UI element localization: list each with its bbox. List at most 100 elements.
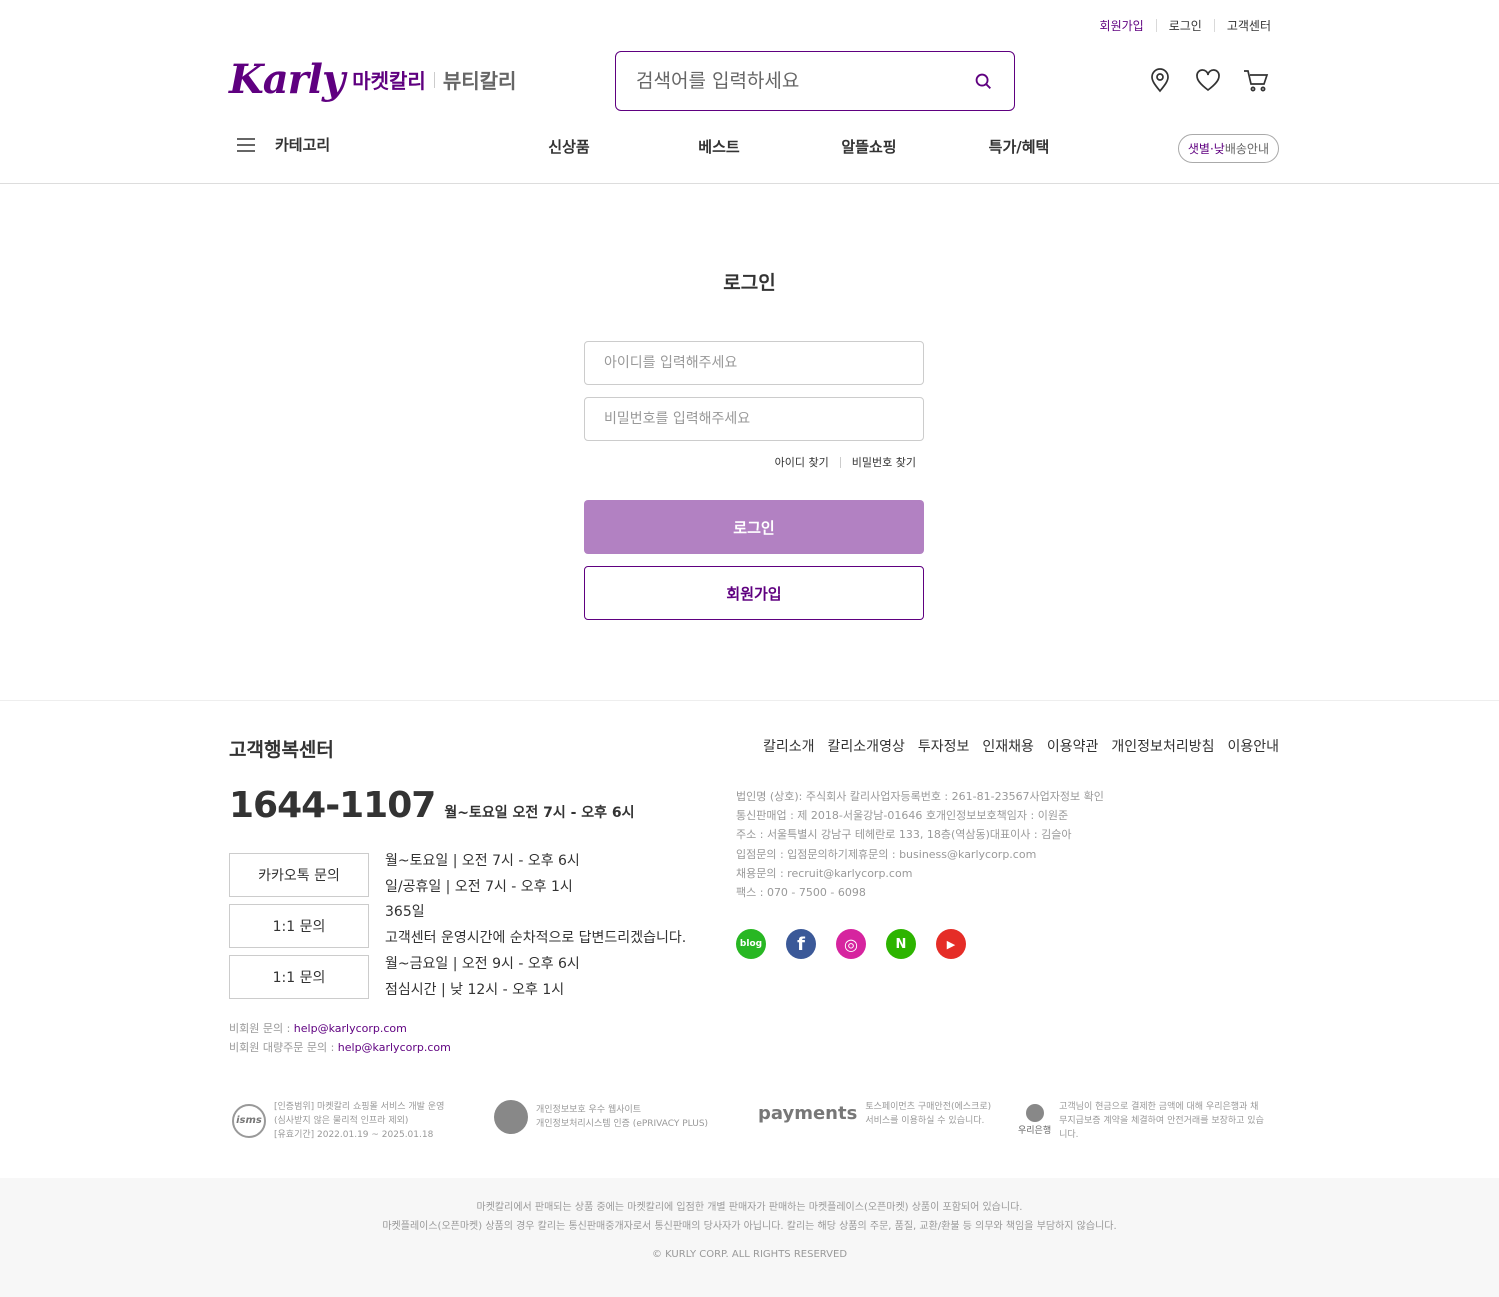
login-button[interactable]: 로그인 bbox=[584, 500, 924, 554]
footer-link-privacy[interactable]: 개인정보처리방침 bbox=[1111, 736, 1214, 756]
divider bbox=[839, 456, 841, 468]
search-input[interactable] bbox=[636, 70, 972, 92]
corp-line: 입점문의 : 입점문의하기제휴문의 : business@karlycorp.c… bbox=[736, 847, 1037, 861]
logo-market[interactable]: 마켓칼리 bbox=[352, 65, 426, 94]
page: 회원가입 로그인 고객센터 Karly 마켓칼리 뷰티칼리 카테고리 신상품 베… bbox=[0, 0, 1499, 1297]
eprivacy-badge-icon bbox=[494, 1100, 528, 1134]
nav-item-new[interactable]: 신상품 bbox=[494, 136, 644, 157]
category-menu[interactable]: 카테고리 bbox=[237, 134, 330, 155]
isms-logo: isms bbox=[232, 1104, 266, 1138]
password-input[interactable] bbox=[584, 397, 924, 441]
bulk-inquiry-button[interactable]: 1:1 문의 bbox=[229, 955, 369, 999]
corp-line: 주소 : 서울특별시 강남구 테헤란로 133, 18층(역삼동)대표이사 : … bbox=[736, 828, 1072, 842]
location-icon[interactable] bbox=[1146, 66, 1174, 94]
kakao-inquiry-info: 월~토요일 | 오전 7시 - 오후 6시 일/공휴일 | 오전 7시 - 오후… bbox=[385, 848, 580, 900]
blog-icon[interactable]: blog bbox=[736, 929, 766, 959]
woori-logo-icon bbox=[1025, 1104, 1044, 1122]
inquiry-line: 월~금요일 | 오전 9시 - 오후 6시 bbox=[385, 956, 580, 972]
delivery-highlight: 샛별·낮 bbox=[1187, 142, 1225, 156]
corp-line: 팩스 : 070 - 7500 - 6098 bbox=[736, 886, 866, 900]
cert-line: (심사받지 않은 물리적 인프라 제외) bbox=[274, 1116, 409, 1126]
category-label[interactable]: 카테고리 bbox=[275, 134, 330, 155]
instagram-icon[interactable]: ◎ bbox=[836, 929, 866, 959]
phone-hours: 월~토요일 오전 7시 - 오후 6시 bbox=[444, 805, 635, 821]
header-icons bbox=[1146, 66, 1270, 94]
footer-link-investor[interactable]: 투자정보 bbox=[918, 736, 970, 756]
bottom-disclaimer: 마켓칼리에서 판매되는 상품 중에는 마켓칼리에 입점한 개별 판매자가 판매하… bbox=[0, 1178, 1499, 1297]
inquiry-line: 고객센터 운영시간에 순차적으로 답변드리겠습니다. bbox=[385, 930, 687, 946]
cert-line: 토스페이먼츠 구매안전(에스크로) bbox=[865, 1102, 992, 1112]
find-id-link[interactable]: 아이디 찾기 bbox=[775, 454, 829, 470]
naver-post-icon[interactable]: N bbox=[886, 929, 916, 959]
divider bbox=[1155, 19, 1157, 32]
inquiry-line: 점심시간 | 낮 12시 - 오후 1시 bbox=[385, 982, 565, 998]
hamburger-icon[interactable] bbox=[237, 137, 255, 152]
footer-links: 칼리소개 칼리소개영상 투자정보 인재채용 이용약관 개인정보처리방침 이용안내 bbox=[763, 736, 1279, 756]
logo[interactable]: Karly 마켓칼리 뷰티칼리 bbox=[229, 56, 516, 103]
gnb: 카테고리 신상품 베스트 알뜰쇼핑 특가/혜택 샛별·낮배송안내 bbox=[229, 125, 1279, 169]
copyright: © KURLY CORP. ALL RIGHTS RESERVED bbox=[651, 1249, 848, 1260]
facebook-icon[interactable]: f bbox=[786, 929, 816, 959]
woori-logo: 우리은행 bbox=[1018, 1104, 1051, 1138]
top-login-link[interactable]: 로그인 bbox=[1169, 17, 1202, 34]
footer-divider bbox=[0, 700, 1499, 701]
woori-cert: 우리은행 고객님이 현금으로 결제한 금액에 대해 우리은행과 채 무지급보증 … bbox=[1018, 1100, 1264, 1142]
nav-item-best[interactable]: 베스트 bbox=[644, 136, 794, 157]
corp-line: 채용문의 : recruit@karlycorp.com bbox=[736, 866, 913, 880]
search-icon[interactable] bbox=[972, 70, 994, 92]
bulk-inquiry-info: 월~금요일 | 오전 9시 - 오후 6시 점심시간 | 낮 12시 - 오후 … bbox=[385, 951, 580, 1003]
cs-title: 고객행복센터 bbox=[229, 739, 334, 761]
page-title: 로그인 bbox=[723, 272, 776, 294]
divider bbox=[1213, 19, 1215, 32]
corp-line: 법인명 (상호): 주식회사 칼리사업자등록번호 : 261-81-23567사… bbox=[736, 790, 1104, 803]
payments-cert: payments 토스페이먼츠 구매안전(에스크로) 서비스를 이용하실 수 있… bbox=[758, 1100, 991, 1128]
cert-line: 개인정보처리시스템 인증 (ePRIVACY PLUS) bbox=[536, 1119, 709, 1129]
logo-divider bbox=[433, 71, 435, 88]
kakao-inquiry-button[interactable]: 카카오톡 문의 bbox=[229, 853, 369, 897]
cart-icon[interactable] bbox=[1242, 66, 1270, 94]
logo-brand[interactable]: Karly bbox=[229, 56, 345, 103]
footer-link-about[interactable]: 칼리소개 bbox=[763, 736, 815, 756]
isms-cert: isms [인증범위] 마켓칼리 쇼핑몰 서비스 개발 운영 (심사받지 않은 … bbox=[232, 1100, 444, 1142]
cert-line: 무지급보증 계약을 체결하여 안전거래를 보장하고 있습 bbox=[1059, 1116, 1264, 1126]
bulk-label: 비회원 대량주문 문의 : bbox=[229, 1041, 338, 1054]
cert-line: [유효기간] 2022.01.19 ~ 2025.01.18 bbox=[274, 1130, 434, 1140]
id-input[interactable] bbox=[584, 341, 924, 385]
delivery-info-button[interactable]: 샛별·낮배송안내 bbox=[1177, 134, 1279, 163]
cs-phone: 1644-1107 월~토요일 오전 7시 - 오후 6시 bbox=[229, 785, 635, 826]
cert-line: 서비스를 이용하실 수 있습니다. bbox=[865, 1116, 985, 1126]
woori-logo-text: 우리은행 bbox=[1018, 1126, 1052, 1136]
signup-button[interactable]: 회원가입 bbox=[584, 566, 924, 620]
find-password-link[interactable]: 비밀번호 찾기 bbox=[852, 454, 916, 470]
main-menu: 신상품 베스트 알뜰쇼핑 특가/혜택 bbox=[494, 136, 1094, 157]
top-links: 회원가입 로그인 고객센터 bbox=[1100, 17, 1271, 34]
cert-line: [인증범위] 마켓칼리 쇼핑몰 서비스 개발 운영 bbox=[274, 1102, 445, 1112]
logo-beauty[interactable]: 뷰티칼리 bbox=[443, 65, 517, 94]
eprivacy-logo bbox=[494, 1100, 528, 1134]
corp-line: 통신판매업 : 제 2018-서울강남-01646 호개인정보보호책임자 : 이… bbox=[736, 809, 1069, 823]
cert-line: 개인정보보호 우수 웹사이트 bbox=[536, 1105, 642, 1115]
top-cs-link[interactable]: 고객센터 bbox=[1227, 17, 1271, 34]
privacy-cert: 개인정보보호 우수 웹사이트 개인정보처리시스템 인증 (ePRIVACY PL… bbox=[494, 1100, 708, 1134]
nonmember-email-link[interactable]: help@karlycorp.com bbox=[294, 1022, 407, 1035]
footer-link-video[interactable]: 칼리소개영상 bbox=[828, 736, 905, 756]
footer-link-guide[interactable]: 이용안내 bbox=[1227, 736, 1279, 756]
inquiry-line: 월~토요일 | 오전 7시 - 오후 6시 bbox=[385, 853, 580, 869]
heart-icon[interactable] bbox=[1194, 66, 1222, 94]
footer-link-terms[interactable]: 이용약관 bbox=[1047, 736, 1099, 756]
payments-logo-text: payments bbox=[758, 1103, 858, 1124]
bulk-email-link[interactable]: help@karlycorp.com bbox=[338, 1041, 451, 1054]
inquiry-line: 365일 bbox=[385, 904, 425, 920]
nav-item-saving[interactable]: 알뜰쇼핑 bbox=[794, 136, 944, 157]
one-on-one-inquiry-button[interactable]: 1:1 문의 bbox=[229, 904, 369, 948]
youtube-icon[interactable]: ▶ bbox=[936, 929, 966, 959]
footer-link-careers[interactable]: 인재채용 bbox=[982, 736, 1034, 756]
isms-badge-text: isms bbox=[232, 1104, 266, 1138]
top-signup-link[interactable]: 회원가입 bbox=[1100, 17, 1144, 34]
nav-item-deals[interactable]: 특가/혜택 bbox=[944, 136, 1094, 157]
phone-number: 1644-1107 bbox=[229, 785, 436, 826]
nonmember-inquiry: 비회원 문의 : help@karlycorp.com 비회원 대량주문 문의 … bbox=[229, 1019, 451, 1057]
nonmember-label: 비회원 문의 : bbox=[229, 1022, 294, 1035]
one-on-one-inquiry-info: 365일 고객센터 운영시간에 순차적으로 답변드리겠습니다. bbox=[385, 899, 686, 951]
find-links: 아이디 찾기 비밀번호 찾기 bbox=[584, 454, 916, 470]
